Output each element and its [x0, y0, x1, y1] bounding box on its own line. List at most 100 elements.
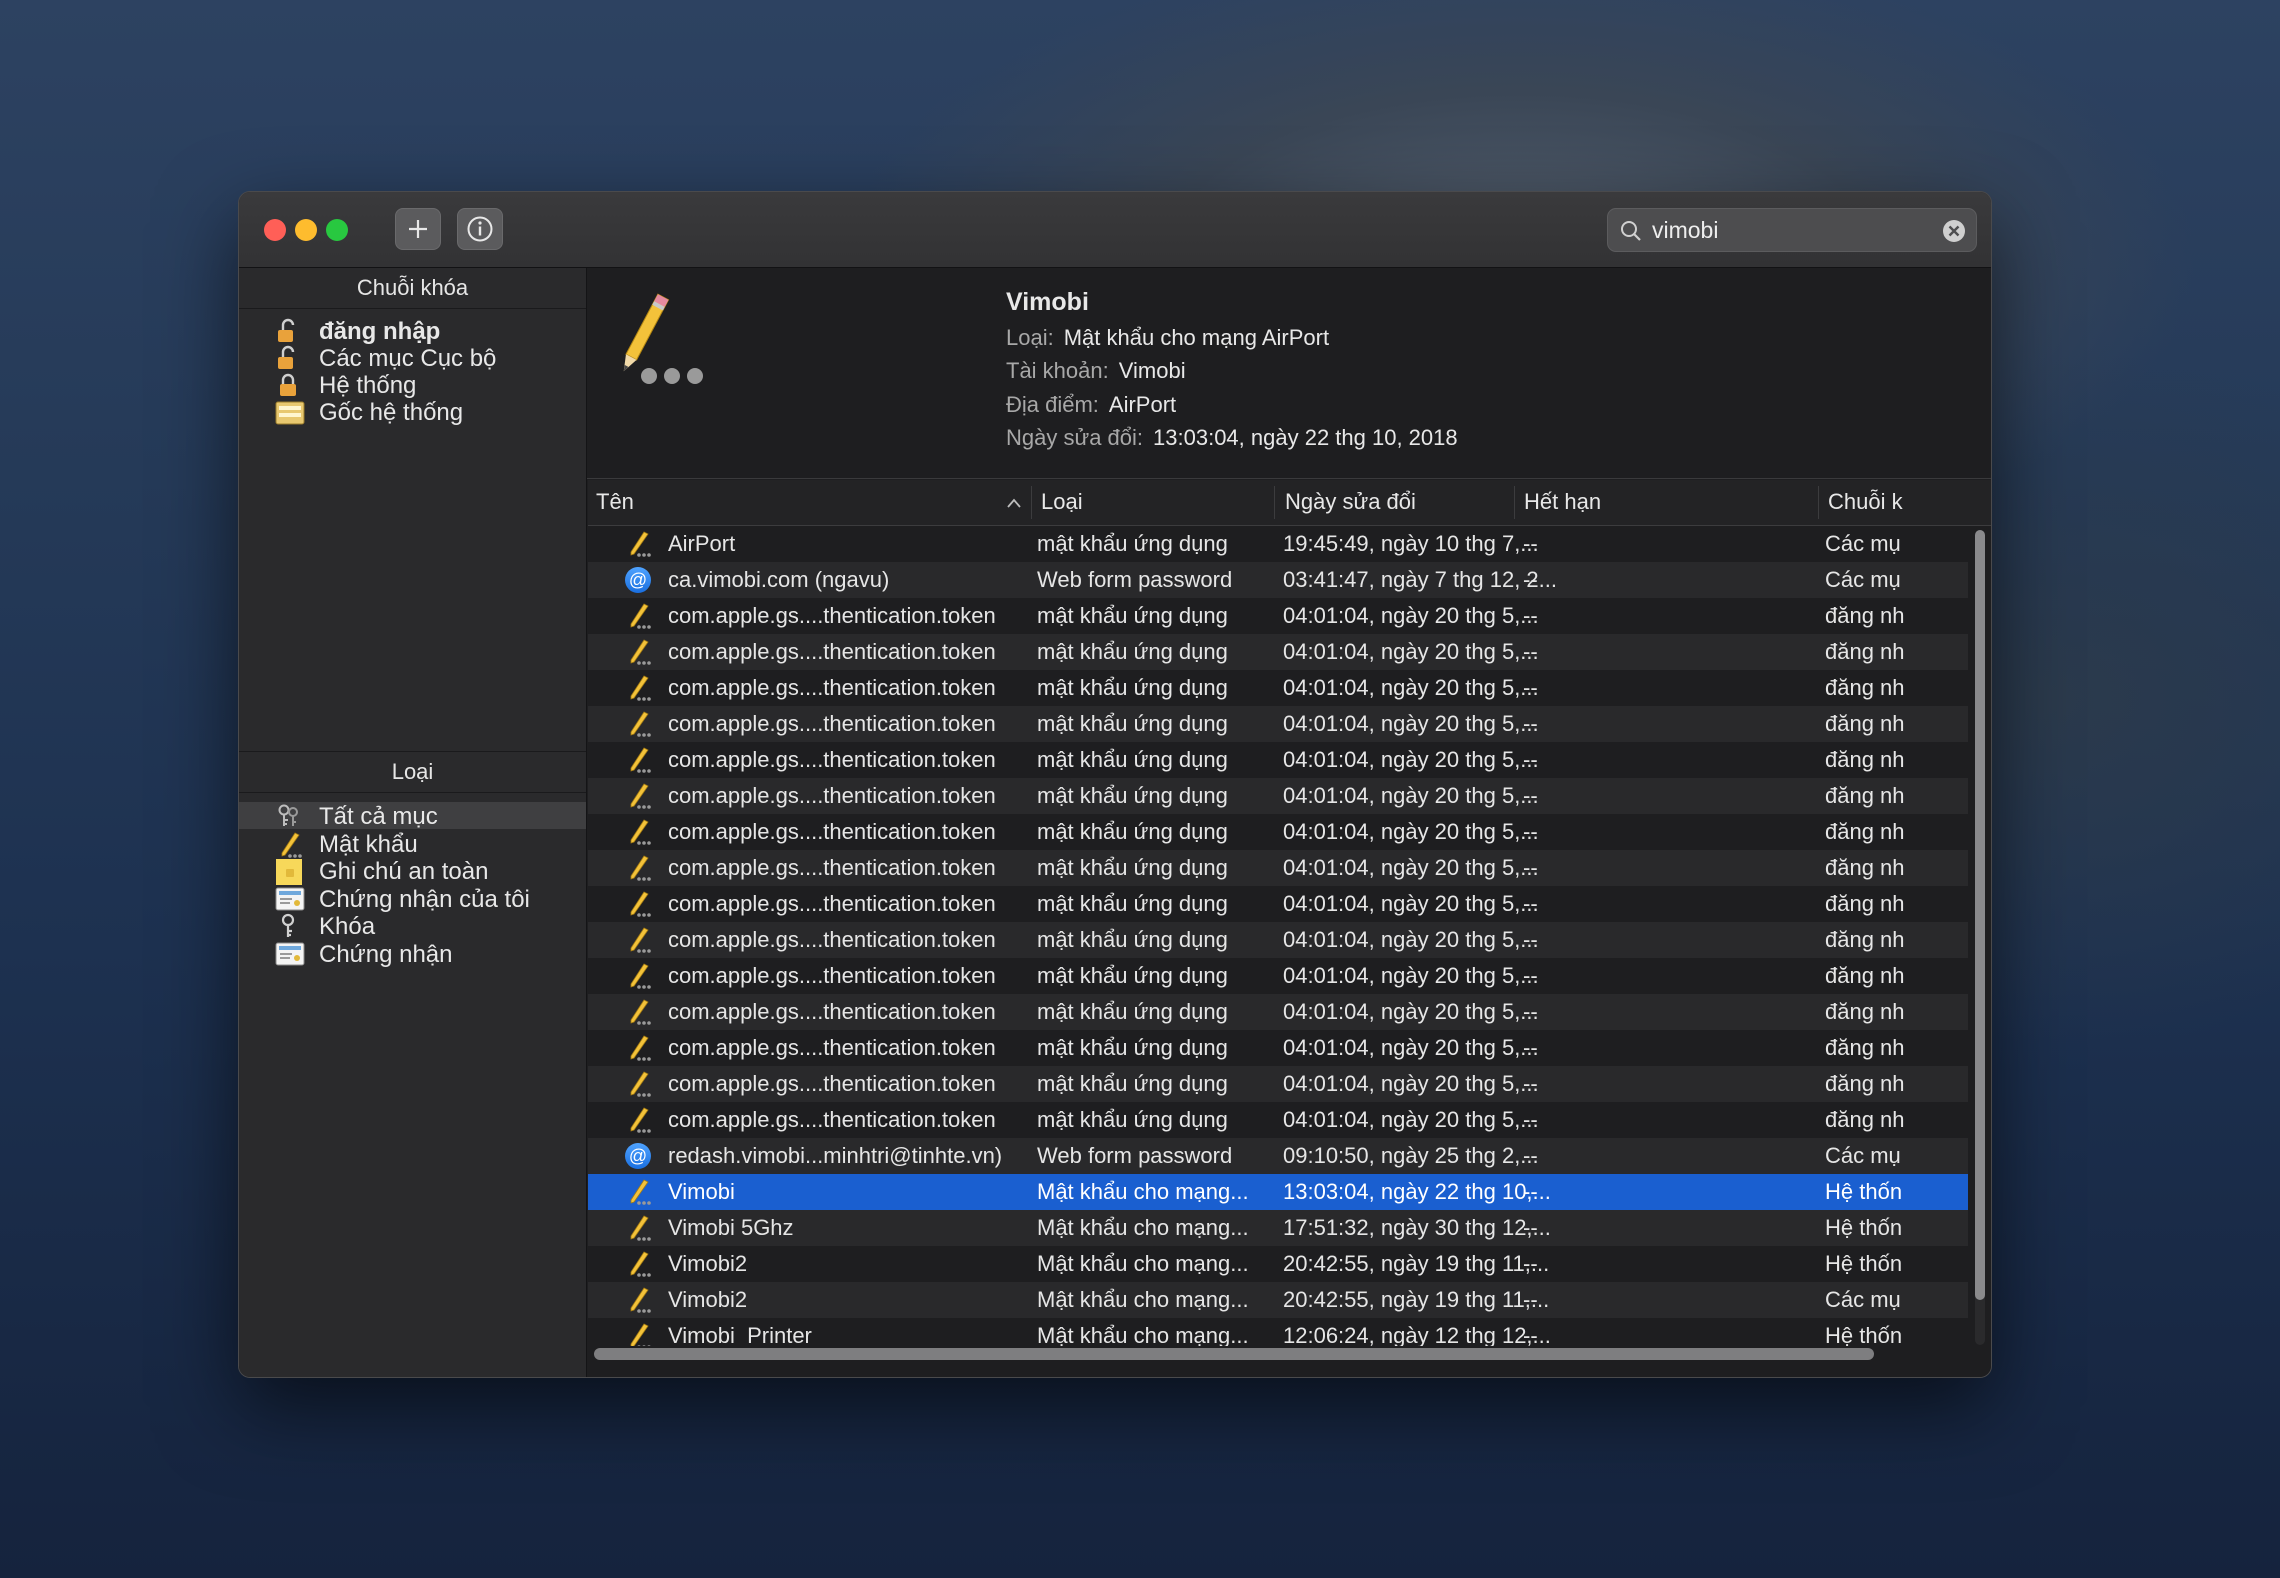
keychain-item-label: Gốc hệ thống	[319, 399, 464, 426]
item-detail-panel: Vimobi Loại: Mật khẩu cho mạng AirPort Tà…	[587, 268, 1991, 479]
vertical-scrollbar[interactable]	[1975, 530, 1985, 1345]
table-row[interactable]: com.apple.gs....thentication.token mật kh…	[588, 1066, 1968, 1102]
password-icon	[624, 1178, 652, 1206]
category-item[interactable]: Khóa	[239, 912, 586, 940]
sidebar: Chuỗi khóa đăng nhập Các mục Cục bộ Hệ thố…	[239, 268, 587, 1377]
cell-expires: --	[1523, 531, 1538, 556]
cell-type: mật khẩu ứng dụng	[1037, 711, 1228, 736]
password-item-icon	[623, 293, 703, 384]
keychain-item[interactable]: Các mục Cục bộ	[239, 343, 586, 372]
cell-keychain: đăng nh	[1825, 1035, 1905, 1060]
cell-expires: --	[1523, 1287, 1538, 1312]
info-button[interactable]	[457, 208, 503, 250]
horizontal-scroll-thumb[interactable]	[594, 1348, 1874, 1360]
sort-ascending-icon[interactable]	[1006, 497, 1022, 509]
web-form-icon: @	[625, 1143, 651, 1169]
cell-type: mật khẩu ứng dụng	[1037, 603, 1228, 628]
table-row[interactable]: Vimobi Mật khẩu cho mạng... 13:03:04, ngày…	[588, 1174, 1968, 1210]
column-separator[interactable]	[1514, 486, 1515, 519]
cell-expires: --	[1523, 1143, 1538, 1168]
cell-expires: --	[1523, 1107, 1538, 1132]
column-separator[interactable]	[1274, 486, 1275, 519]
search-field[interactable]	[1607, 208, 1977, 252]
detail-type-key: Loại:	[1006, 325, 1054, 350]
keychain-item[interactable]: Hệ thống	[239, 370, 586, 399]
column-keychain-header[interactable]: Chuỗi k	[1828, 489, 1903, 515]
table-row[interactable]: com.apple.gs....thentication.token mật kh…	[588, 922, 1968, 958]
keychain-item[interactable]: Gốc hệ thống	[239, 397, 586, 426]
clear-search-icon[interactable]	[1942, 219, 1966, 243]
table-row[interactable]: @ redash.vimobi...minhtri@tinhte.vn) Web f…	[588, 1138, 1968, 1174]
cell-expires: --	[1523, 639, 1538, 664]
cell-type: mật khẩu ứng dụng	[1037, 1107, 1228, 1132]
table-row[interactable]: com.apple.gs....thentication.token mật kh…	[588, 850, 1968, 886]
detail-location: Địa điểm: AirPort	[1006, 392, 1176, 418]
close-button[interactable]	[264, 219, 286, 241]
category-item[interactable]: Tất cả mục	[239, 802, 586, 830]
table-row[interactable]: com.apple.gs....thentication.token mật kh…	[588, 814, 1968, 850]
table-row[interactable]: com.apple.gs....thentication.token mật kh…	[588, 670, 1968, 706]
category-item[interactable]: Mật khẩu	[239, 830, 586, 858]
note-icon	[275, 858, 302, 885]
cell-type: mật khẩu ứng dụng	[1037, 639, 1228, 664]
cell-name: Vimobi	[668, 1179, 735, 1204]
table-row[interactable]: com.apple.gs....thentication.token mật kh…	[588, 706, 1968, 742]
add-item-button[interactable]	[395, 208, 441, 250]
table-row[interactable]: Vimobi2 Mật khẩu cho mạng... 20:42:55, ngà…	[588, 1246, 1968, 1282]
table-row[interactable]: AirPort mật khẩu ứng dụng 19:45:49, ngày 1…	[588, 526, 1968, 562]
table-row[interactable]: Vimobi_Printer Mật khẩu cho mạng... 12:06:…	[588, 1318, 1968, 1346]
cell-type: Web form password	[1037, 1143, 1233, 1168]
table-row[interactable]: com.apple.gs....thentication.token mật kh…	[588, 886, 1968, 922]
cell-keychain: đăng nh	[1825, 639, 1905, 664]
table-row[interactable]: com.apple.gs....thentication.token mật kh…	[588, 634, 1968, 670]
table-row[interactable]: com.apple.gs....thentication.token mật kh…	[588, 994, 1968, 1030]
cell-type: mật khẩu ứng dụng	[1037, 999, 1228, 1024]
cell-type: Web form password	[1037, 567, 1233, 592]
table-row[interactable]: com.apple.gs....thentication.token mật kh…	[588, 958, 1968, 994]
column-type-header[interactable]: Loại	[1041, 489, 1083, 515]
table-row[interactable]: Vimobi2 Mật khẩu cho mạng... 20:42:55, ngà…	[588, 1282, 1968, 1318]
category-item-label: Tất cả mục	[319, 803, 438, 830]
search-input[interactable]	[1652, 215, 1922, 245]
keychain-item-label: Hệ thống	[319, 372, 417, 399]
column-separator[interactable]	[1818, 486, 1819, 519]
vertical-scroll-thumb[interactable]	[1975, 530, 1985, 1300]
cell-keychain: Hệ thốn	[1825, 1251, 1903, 1276]
column-date-header[interactable]: Ngày sửa đổi	[1285, 489, 1416, 515]
column-expires-header[interactable]: Hết hạn	[1524, 489, 1601, 515]
detail-modified: Ngày sửa đổi: 13:03:04, ngày 22 thg 10, 2…	[1006, 425, 1458, 451]
table-row[interactable]: @ ca.vimobi.com (ngavu) Web form password 0…	[588, 562, 1968, 598]
column-separator[interactable]	[1031, 486, 1032, 519]
table-row[interactable]: com.apple.gs....thentication.token mật kh…	[588, 778, 1968, 814]
column-name-header[interactable]: Tên	[596, 489, 634, 515]
cell-type: mật khẩu ứng dụng	[1037, 783, 1228, 808]
cell-name: ca.vimobi.com (ngavu)	[668, 567, 890, 592]
table-row[interactable]: com.apple.gs....thentication.token mật kh…	[588, 1030, 1968, 1066]
cell-keychain: Hệ thốn	[1825, 1215, 1903, 1240]
table-row[interactable]: Vimobi 5Ghz Mật khẩu cho mạng... 17:51:32,…	[588, 1210, 1968, 1246]
table-row[interactable]: com.apple.gs....thentication.token mật kh…	[588, 742, 1968, 778]
keychain-item[interactable]: đăng nhập	[239, 316, 586, 345]
lock-open-icon	[275, 318, 301, 344]
password-icon	[624, 1286, 652, 1314]
horizontal-scrollbar[interactable]	[594, 1348, 1964, 1360]
table-row[interactable]: com.apple.gs....thentication.token mật kh…	[588, 1102, 1968, 1138]
cell-keychain: đăng nh	[1825, 1107, 1905, 1132]
cell-keychain: Hệ thốn	[1825, 1179, 1903, 1204]
detail-modified-key: Ngày sửa đổi:	[1006, 425, 1144, 450]
password-icon	[624, 1106, 652, 1134]
category-item[interactable]: Ghi chú an toàn	[239, 857, 586, 885]
cell-type: mật khẩu ứng dụng	[1037, 1035, 1228, 1060]
toolbar	[239, 192, 1991, 268]
cell-name: Vimobi_Printer	[668, 1323, 812, 1346]
cell-name: com.apple.gs....thentication.token	[668, 783, 996, 808]
cell-expires: --	[1523, 927, 1538, 952]
keychain-item-label: Các mục Cục bộ	[319, 345, 497, 372]
table-row[interactable]: com.apple.gs....thentication.token mật kh…	[588, 598, 1968, 634]
cell-type: mật khẩu ứng dụng	[1037, 855, 1228, 880]
zoom-button[interactable]	[326, 219, 348, 241]
cell-expires: --	[1523, 891, 1538, 916]
category-item[interactable]: Chứng nhận của tôi	[239, 885, 586, 913]
minimize-button[interactable]	[295, 219, 317, 241]
category-item[interactable]: Chứng nhận	[239, 940, 586, 968]
